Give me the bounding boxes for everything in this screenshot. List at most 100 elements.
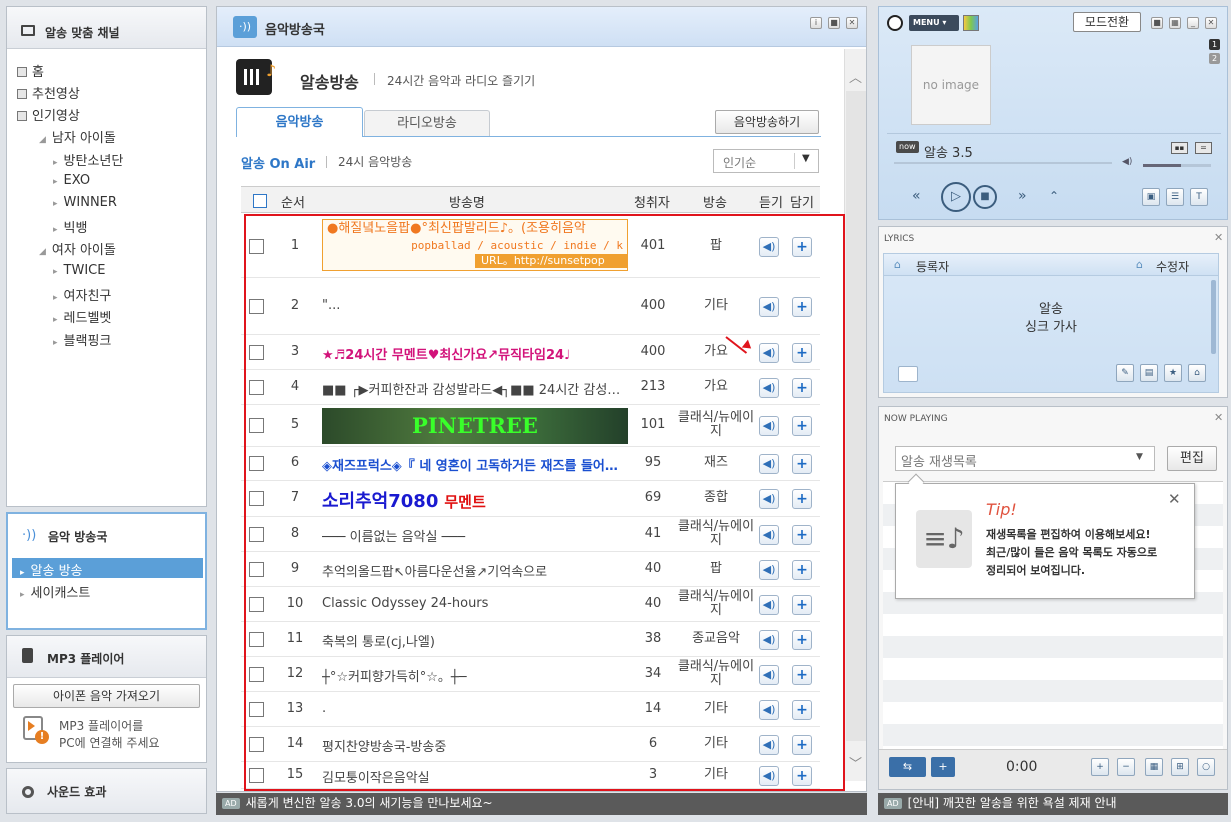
col-genre: 방송 xyxy=(703,196,727,211)
mp3-icon xyxy=(22,648,33,663)
tree-item[interactable]: ▸ WINNER xyxy=(53,195,117,210)
col-num: 순서 xyxy=(281,196,305,211)
lyrics-box: ⌂ 등록자 ⌂ 수정자 알송 싱크 가사 ✎ ▤ ★ ⌂ xyxy=(883,253,1219,393)
nowplaying-close-icon[interactable]: ✕ xyxy=(1214,411,1223,424)
next-icon[interactable]: » xyxy=(1018,188,1027,204)
pl-grid-icon[interactable]: ▦ xyxy=(1145,758,1163,776)
lyrics-edit-icon[interactable]: ✎ xyxy=(1116,364,1134,382)
tree-item[interactable]: ▸ 빅뱅 xyxy=(53,217,87,236)
tip-close-icon[interactable]: ✕ xyxy=(1168,490,1181,508)
tip-title: Tip! xyxy=(986,500,1017,519)
tree-item[interactable]: 홈 xyxy=(17,61,44,80)
alsong-logo-icon xyxy=(887,15,903,31)
lyrics-title: LYRICS xyxy=(884,234,915,244)
scroll-thumb[interactable] xyxy=(846,91,866,741)
leaf-arrow-icon: ▸ xyxy=(53,225,58,235)
eq-icon[interactable]: ▪▪ xyxy=(1171,142,1188,154)
repeat-icon[interactable]: ⇆ xyxy=(889,757,926,777)
player-tool2-icon[interactable]: ☰ xyxy=(1166,188,1184,206)
pl-sort-icon[interactable]: ⊞ xyxy=(1171,758,1189,776)
tv-icon xyxy=(21,25,35,36)
skin-color-icon[interactable] xyxy=(963,15,979,31)
tree-item[interactable]: ▸ 레드벨벳 xyxy=(53,307,111,326)
close-icon[interactable]: ✕ xyxy=(846,17,858,29)
select-all-checkbox[interactable] xyxy=(253,194,267,208)
scroll-down-icon[interactable]: ﹀ xyxy=(849,753,862,772)
pl-remove-icon[interactable]: − xyxy=(1117,758,1135,776)
mp3-desc-2: PC에 연결해 주세요 xyxy=(59,736,160,750)
lyrics-line-2: 싱크 가사 xyxy=(1025,320,1077,335)
tab-radio[interactable]: 라디오방송 xyxy=(364,110,490,136)
lyrics-close-icon[interactable]: ✕ xyxy=(1214,231,1223,244)
expand-icon: ◢ xyxy=(39,135,46,145)
leaf-arrow-icon: ▸ xyxy=(53,293,58,303)
lyrics-screen-icon[interactable] xyxy=(898,366,918,382)
track-title: 알송 3.5 xyxy=(924,146,973,161)
playlist-doc-icon: ≡♪ xyxy=(916,510,972,568)
scroll-up-icon[interactable]: ︿ xyxy=(849,67,862,86)
lyrics-star-icon[interactable]: ★ xyxy=(1164,364,1182,382)
radio-panel: ·)) 음악 방송국 ▸ 알송 방송 ▸ 세이캐스트 xyxy=(6,512,207,630)
pl-search-icon[interactable]: ○ xyxy=(1197,758,1215,776)
tree-item[interactable]: ▸ 방탄소년단 xyxy=(53,150,123,169)
radio-wave-icon: ·)) xyxy=(233,16,257,38)
tree-item[interactable]: ▸ EXO xyxy=(53,173,90,188)
ad-badge-right: AD xyxy=(884,798,902,809)
sound-panel[interactable]: 사운드 효과 xyxy=(6,768,207,814)
tree-item[interactable]: ◢ 여자 아이돌 xyxy=(39,239,116,258)
radio-item-saycast[interactable]: ▸ 세이캐스트 xyxy=(12,580,90,601)
chevron-down-icon: ▼ xyxy=(802,153,810,164)
scrollbar-track[interactable]: ︿ ﹀ xyxy=(844,49,866,781)
playlist-select[interactable]: 알송 재생목록 ▼ xyxy=(895,446,1155,471)
sort-select[interactable]: 인기순 ▼ xyxy=(713,149,819,173)
mp3-panel: MP3 플레이어 아이폰 음악 가져오기 ! MP3 플레이어를 PC에 연결해… xyxy=(6,635,207,763)
add-file-icon[interactable]: + xyxy=(931,757,955,777)
player-view2-icon[interactable]: ▦ xyxy=(1169,17,1181,29)
minimize-icon[interactable]: _ xyxy=(1187,17,1199,29)
seek-bar[interactable] xyxy=(894,162,1112,164)
tree-item[interactable]: ▸ 블랙핑크 xyxy=(53,330,111,349)
tree-item[interactable]: ▸ 여자친구 xyxy=(53,285,111,304)
playlist-edit-button[interactable]: 편집 xyxy=(1167,446,1217,471)
menu-button[interactable]: MENU ▾ xyxy=(909,15,959,31)
player-divider xyxy=(887,133,1221,134)
player-view1-icon[interactable]: ■ xyxy=(1151,17,1163,29)
radio-icon: ·)) xyxy=(22,528,37,543)
play-button[interactable]: ▷ xyxy=(941,182,971,212)
page-2-icon[interactable]: 2 xyxy=(1209,53,1220,64)
lyrics-save-icon[interactable]: ▤ xyxy=(1140,364,1158,382)
player-tool3-icon[interactable]: T xyxy=(1190,188,1208,206)
tab-music[interactable]: 음악방송 xyxy=(236,107,363,137)
volume-icon: ◀) xyxy=(1122,157,1133,167)
right-bottom-text: [안내] 깨끗한 알송을 위한 욕설 제재 안내 xyxy=(907,796,1117,810)
eject-icon[interactable]: ⌃ xyxy=(1049,189,1059,203)
tree-item[interactable]: 인기영상 xyxy=(17,105,80,124)
restore-icon[interactable]: ■ xyxy=(828,17,840,29)
lyrics-user-icon[interactable]: ⌂ xyxy=(1188,364,1206,382)
player-tool1-icon[interactable]: ▣ xyxy=(1142,188,1160,206)
time-display: 0:00 xyxy=(1006,759,1038,775)
album-art: no image xyxy=(911,45,991,125)
prev-icon[interactable]: « xyxy=(912,188,921,204)
tree-item[interactable]: ◢ 남자 아이돌 xyxy=(39,127,116,146)
page-title: 알송방송 xyxy=(300,73,359,92)
ad-badge: AD xyxy=(222,798,240,809)
volume-slider[interactable] xyxy=(1143,164,1181,167)
center-bottom-bar[interactable]: AD 새롭게 변신한 알송 3.0의 새기능을 만나보세요~ xyxy=(216,793,867,815)
lyrics-scroll-thumb[interactable] xyxy=(1211,280,1216,354)
radio-item-alsong[interactable]: ▸ 알송 방송 xyxy=(12,558,203,579)
tree-item[interactable]: ▸ TWICE xyxy=(53,263,105,278)
page-1-icon[interactable]: 1 xyxy=(1209,39,1220,50)
right-bottom-bar[interactable]: AD [안내] 깨끗한 알송을 위한 욕설 제재 안내 xyxy=(878,793,1228,815)
iphone-import-button[interactable]: 아이폰 음악 가져오기 xyxy=(13,684,200,708)
stop-button[interactable]: ■ xyxy=(973,185,997,209)
playlist-toggle-icon[interactable]: = xyxy=(1195,142,1212,154)
pl-add-icon[interactable]: + xyxy=(1091,758,1109,776)
tree-item[interactable]: 추천영상 xyxy=(17,83,80,102)
start-broadcast-button[interactable]: 음악방송하기 xyxy=(715,110,819,134)
mp3-warning-icon: ! xyxy=(23,716,49,744)
mode-switch-button[interactable]: 모드전환 xyxy=(1073,12,1141,32)
lyrics-panel: LYRICS ✕ ⌂ 등록자 ⌂ 수정자 알송 싱크 가사 ✎ ▤ ★ ⌂ xyxy=(878,226,1228,398)
player-close-icon[interactable]: ✕ xyxy=(1205,17,1217,29)
info-icon[interactable]: i xyxy=(810,17,822,29)
